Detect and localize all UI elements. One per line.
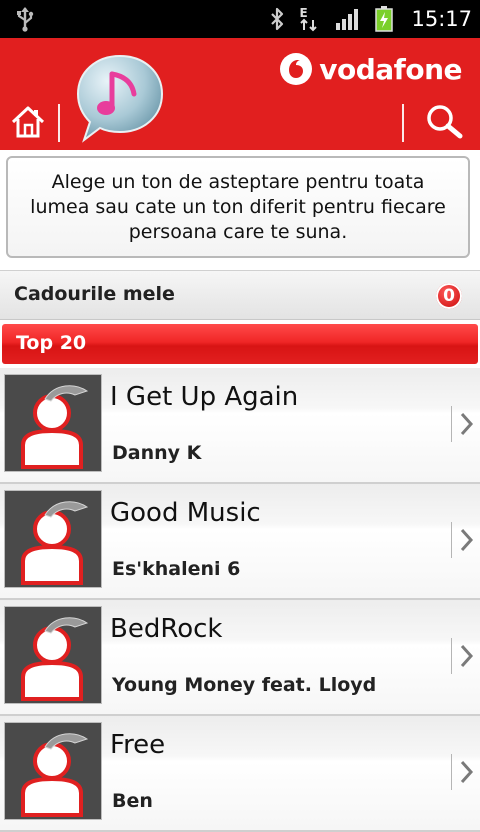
person-silhouette-icon — [21, 617, 89, 701]
person-silhouette-icon — [21, 385, 89, 469]
chevron-right-icon — [460, 528, 474, 552]
song-artist: Danny K — [112, 442, 202, 464]
row-divider — [451, 406, 452, 442]
header-divider — [402, 104, 404, 142]
vodafone-logo: vodafone — [279, 52, 462, 86]
app-header: vodafone — [0, 38, 480, 150]
info-message: Alege un ton de asteptare pentru toata l… — [6, 156, 470, 258]
song-title: Free — [110, 730, 166, 760]
artist-placeholder-image — [4, 490, 102, 588]
song-artist: Ben — [112, 790, 153, 812]
person-silhouette-icon — [21, 733, 89, 817]
usb-icon — [17, 7, 34, 32]
header-divider — [58, 104, 60, 142]
chevron-right-icon — [460, 760, 474, 784]
section-title: Top 20 — [16, 332, 87, 354]
song-artist: Es'khaleni 6 — [112, 558, 241, 580]
song-row[interactable]: I Get Up Again Danny K — [0, 368, 480, 484]
gifts-count-badge: 0 — [436, 283, 462, 309]
home-icon[interactable] — [10, 104, 46, 140]
song-row[interactable]: Free Ben — [0, 716, 480, 832]
bluetooth-icon — [271, 7, 284, 31]
data-arrows-icon: E — [299, 6, 321, 32]
vodafone-logo-icon — [280, 53, 313, 85]
chevron-right-icon — [460, 644, 474, 668]
song-title: Good Music — [110, 498, 261, 528]
status-bar: E 15:17 — [0, 0, 480, 38]
song-title: BedRock — [110, 614, 223, 644]
signal-icon — [336, 9, 359, 30]
chevron-right-icon — [460, 412, 474, 436]
my-gifts-label: Cadourile mele — [14, 283, 175, 305]
music-note-bubble-icon — [76, 54, 164, 143]
song-row[interactable]: Good Music Es'khaleni 6 — [0, 484, 480, 600]
artist-placeholder-image — [4, 606, 102, 704]
artist-placeholder-image — [4, 374, 102, 472]
battery-charging-icon — [375, 6, 394, 32]
person-silhouette-icon — [21, 501, 89, 585]
song-artist: Young Money feat. Lloyd — [112, 674, 377, 696]
song-row[interactable]: BedRock Young Money feat. Lloyd — [0, 600, 480, 716]
clock: 15:17 — [411, 7, 472, 31]
row-divider — [451, 638, 452, 674]
top20-section-header: Top 20 — [2, 324, 478, 364]
info-text: Alege un ton de asteptare pentru toata l… — [30, 170, 446, 243]
song-list: I Get Up Again Danny K Good Music Es'kha… — [0, 368, 480, 832]
row-divider — [451, 754, 452, 790]
song-title: I Get Up Again — [110, 382, 299, 412]
row-divider — [451, 522, 452, 558]
artist-placeholder-image — [4, 722, 102, 820]
search-icon[interactable] — [424, 102, 464, 142]
my-gifts-row[interactable]: Cadourile mele 0 — [0, 270, 480, 320]
